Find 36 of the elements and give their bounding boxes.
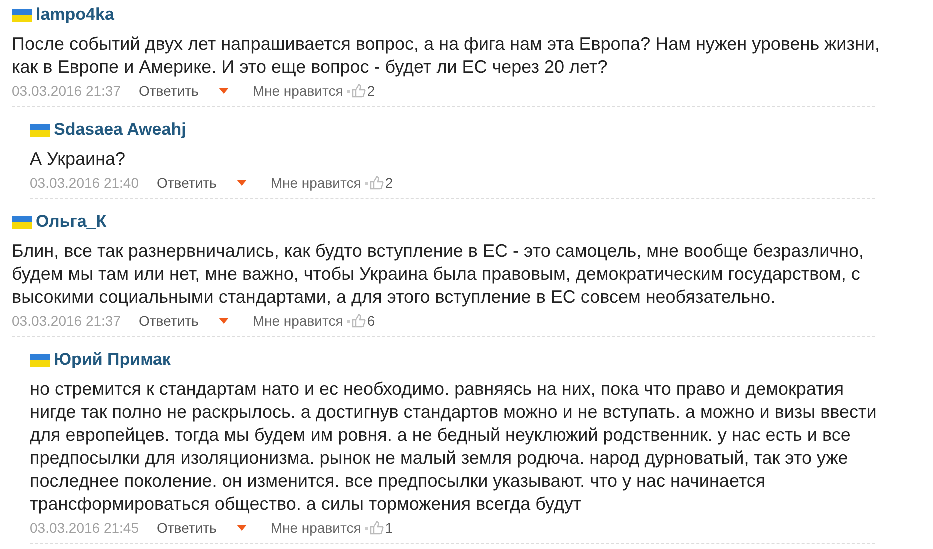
like-link[interactable]: Мне нравится bbox=[252, 310, 344, 332]
like-count: 6 bbox=[367, 312, 376, 330]
like-link[interactable]: Мне нравится bbox=[270, 518, 362, 538]
comment-text: Блин, все так разнервничались, как будто вступление в ЕС - это самоцель, мне вообще безразлично, будем мы там или нет, мне важно, чтобы Украина была правовым, демократическим государством, с высокими социальными стандартами, а для этого вступление в ЕС совсем необязательно. bbox=[12, 240, 866, 309]
thumbs-up-icon[interactable] bbox=[370, 521, 384, 535]
author-link[interactable]: lampo4ka bbox=[36, 2, 114, 28]
reply-link[interactable]: Ответить bbox=[139, 310, 199, 332]
comment-date: 03.03.2016 21:37 bbox=[12, 312, 121, 330]
reply-link[interactable]: Ответить bbox=[139, 80, 199, 102]
caret-icon[interactable] bbox=[236, 180, 247, 186]
caret-icon[interactable] bbox=[218, 88, 229, 94]
like-count: 1 bbox=[385, 518, 394, 538]
thumbs-up-icon[interactable] bbox=[352, 84, 366, 98]
thumbs-up-icon[interactable] bbox=[352, 314, 366, 328]
flag-icon bbox=[12, 216, 32, 228]
comment-text: После событий двух лет напрашивается вопрос, а на фига нам эта Европа? Нам нужен уровень жизни, как в Европе и Америке. И это еще вопрос - будет ли ЕС через 20 лет? bbox=[12, 33, 881, 79]
caret-icon[interactable] bbox=[236, 525, 247, 531]
comment-date: 03.03.2016 21:45 bbox=[30, 518, 139, 538]
author-link[interactable]: Ольга_К bbox=[36, 209, 107, 235]
reply-link[interactable]: Ответить bbox=[157, 172, 217, 194]
comment-text: А Украина? bbox=[30, 148, 127, 171]
flag-icon bbox=[12, 8, 32, 22]
author-link[interactable]: Юрий Примак bbox=[54, 347, 171, 373]
flag-icon bbox=[30, 124, 50, 136]
like-count: 2 bbox=[385, 174, 394, 192]
comment-text: но стремится к стандартам нато и ес необходимо. равняясь на них, пока что право и демократия нигде так полно не раскрылось. а достигнув стандартов можно и не вступать. а можно и визы ввести для европейцев. тогда мы будем им ровня. а не бедный неуклюжий родственник. у нас есть и все предпосылки для изоляционизма. рынок не малый земля родюча. народ дурноватый, так это уже последнее поколение. он изменится. все предпосылки указывают. что у нас начинается трансформироваться общество. а силы торможения всегда будут bbox=[30, 378, 878, 516]
flag-icon bbox=[30, 354, 50, 366]
like-count: 2 bbox=[367, 82, 376, 100]
author-link[interactable]: Sdasaea Aweahj bbox=[54, 117, 186, 143]
comment-date: 03.03.2016 21:37 bbox=[12, 82, 121, 100]
caret-icon[interactable] bbox=[218, 318, 229, 324]
reply-link[interactable]: Ответить bbox=[157, 518, 217, 538]
like-link[interactable]: Мне нравится bbox=[270, 172, 362, 194]
comment-date: 03.03.2016 21:40 bbox=[30, 174, 139, 192]
like-link[interactable]: Мне нравится bbox=[252, 80, 344, 102]
thumbs-up-icon[interactable] bbox=[370, 176, 384, 190]
